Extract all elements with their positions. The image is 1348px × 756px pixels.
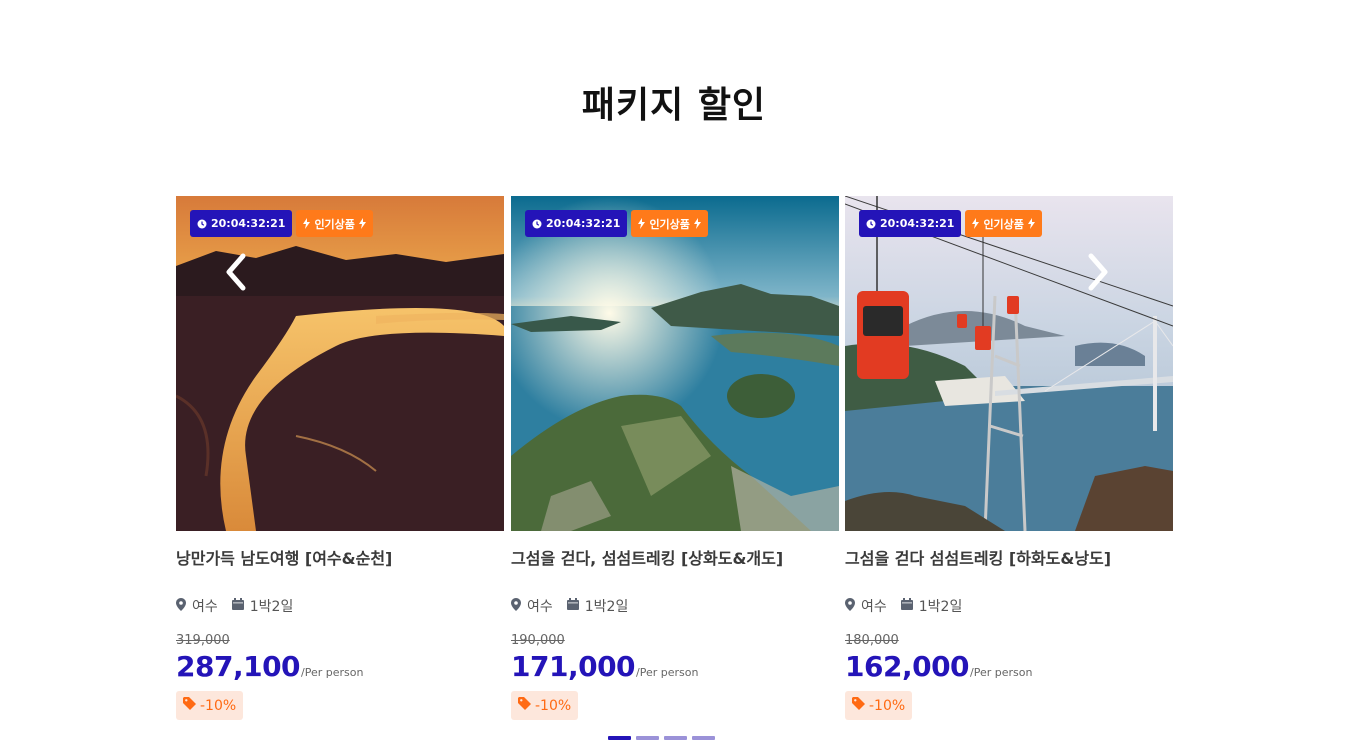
- lightning-icon: [693, 218, 701, 229]
- discount-badge: -10%: [845, 691, 913, 720]
- clock-icon: [532, 219, 542, 229]
- clock-icon: [866, 219, 876, 229]
- package-title[interactable]: 그섬을 걷다, 섬섬트레킹 [상화도&개도]: [511, 545, 839, 568]
- map-pin-icon: [511, 597, 521, 615]
- tag-icon: [852, 697, 865, 714]
- carousel-next-button[interactable]: [1080, 252, 1116, 296]
- package-carousel: 20:04:32:21 인기상품 낭만가득 남도여행 [여수&순천] 여수 1박…: [176, 196, 1173, 756]
- location-text: 여수: [527, 599, 553, 615]
- popular-text: 인기상품: [314, 217, 355, 231]
- section-title: 패키지 할인: [581, 85, 767, 126]
- map-pin-icon: [845, 597, 855, 615]
- map-pin-icon: [176, 597, 186, 615]
- original-price: 180,000: [845, 633, 899, 648]
- discount-badge: -10%: [176, 691, 244, 720]
- lightning-icon: [358, 218, 366, 229]
- calendar-icon: [566, 598, 579, 614]
- package-card[interactable]: 20:04:32:21 인기상품 그섬을 걷다, 섬섬트레킹 [상화도&개도]: [511, 196, 839, 720]
- duration-text: 1박2일: [918, 599, 963, 615]
- popular-text: 인기상품: [983, 217, 1024, 231]
- location-text: 여수: [192, 599, 218, 615]
- popular-text: 인기상품: [649, 217, 690, 231]
- sale-price: 171,000: [511, 650, 636, 683]
- discount-text: -10%: [535, 697, 572, 714]
- popular-badge: 인기상품: [965, 210, 1042, 237]
- per-person-label: /Per person: [301, 666, 364, 679]
- discount-text: -10%: [200, 697, 237, 714]
- discount-badge: -10%: [511, 691, 579, 720]
- timer-text: 20:04:32:21: [546, 217, 621, 230]
- timer-badge: 20:04:32:21: [525, 210, 628, 237]
- package-image-cable-car[interactable]: 20:04:32:21 인기상품: [845, 196, 1173, 531]
- tag-icon: [183, 697, 196, 714]
- sale-price: 287,100: [176, 650, 301, 683]
- pagination-dot[interactable]: [664, 736, 687, 740]
- lightning-icon: [1027, 218, 1035, 229]
- per-person-label: /Per person: [970, 666, 1033, 679]
- lightning-icon: [638, 218, 646, 229]
- timer-badge: 20:04:32:21: [859, 210, 962, 237]
- duration-text: 1박2일: [249, 599, 294, 615]
- popular-badge: 인기상품: [631, 210, 708, 237]
- per-person-label: /Per person: [636, 666, 699, 679]
- discount-text: -10%: [869, 697, 906, 714]
- original-price: 319,000: [176, 633, 230, 648]
- tag-icon: [518, 697, 531, 714]
- package-card[interactable]: 20:04:32:21 인기상품 그섬을 걷다 섬섬트레킹 [하화도&낭도] 여…: [845, 196, 1173, 720]
- sale-price: 162,000: [845, 650, 970, 683]
- chevron-left-icon: [225, 253, 247, 295]
- package-image-sunset-river[interactable]: 20:04:32:21 인기상품: [176, 196, 504, 531]
- package-image-coastal-aerial[interactable]: 20:04:32:21 인기상품: [511, 196, 839, 531]
- location-text: 여수: [861, 599, 887, 615]
- duration-text: 1박2일: [584, 599, 629, 615]
- carousel-pagination: [608, 736, 715, 740]
- package-title[interactable]: 그섬을 걷다 섬섬트레킹 [하화도&낭도]: [845, 545, 1173, 568]
- timer-badge: 20:04:32:21: [190, 210, 293, 237]
- lightning-icon: [972, 218, 980, 229]
- pagination-dot[interactable]: [692, 736, 715, 740]
- calendar-icon: [900, 598, 913, 614]
- lightning-icon: [303, 218, 311, 229]
- calendar-icon: [231, 598, 244, 614]
- timer-text: 20:04:32:21: [211, 217, 286, 230]
- timer-text: 20:04:32:21: [880, 217, 955, 230]
- carousel-prev-button[interactable]: [218, 252, 254, 296]
- pagination-dot[interactable]: [608, 736, 631, 740]
- original-price: 190,000: [511, 633, 565, 648]
- chevron-right-icon: [1087, 253, 1109, 295]
- popular-badge: 인기상품: [296, 210, 373, 237]
- clock-icon: [197, 219, 207, 229]
- package-title[interactable]: 낭만가득 남도여행 [여수&순천]: [176, 545, 504, 568]
- pagination-dot[interactable]: [636, 736, 659, 740]
